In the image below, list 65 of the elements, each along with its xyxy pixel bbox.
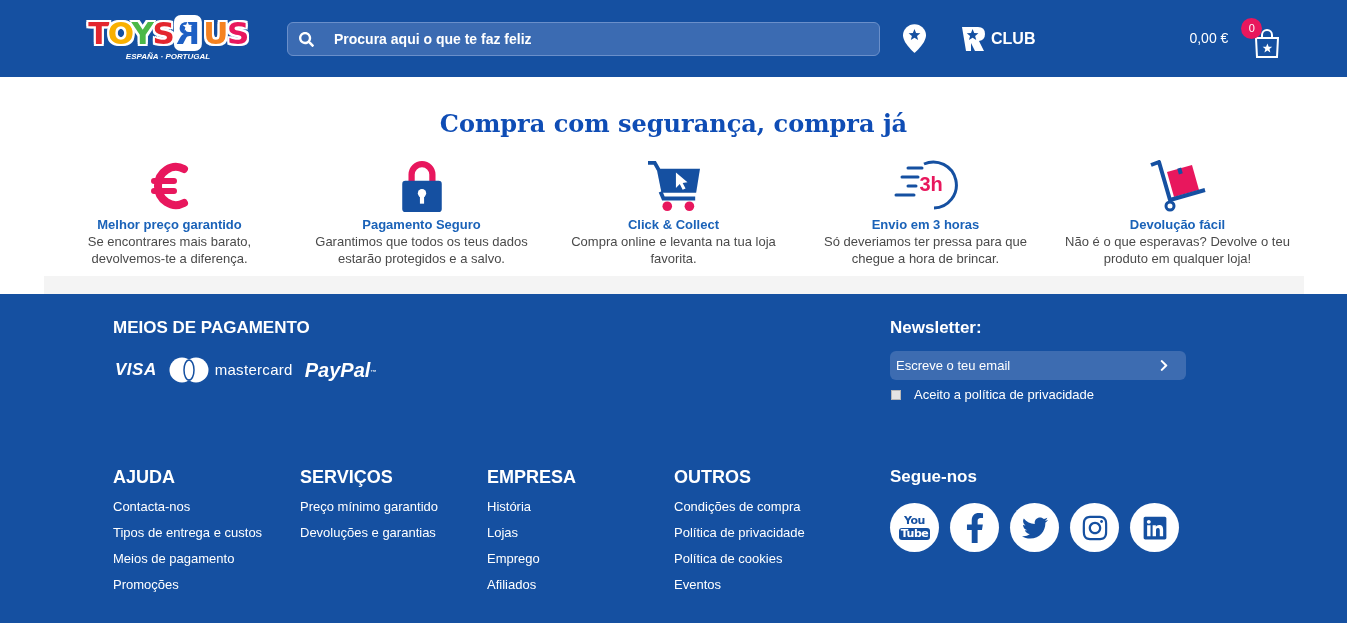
speed-lines-icon bbox=[893, 160, 958, 212]
section-title: Compra com segurança, compra já bbox=[439, 108, 908, 140]
social-link[interactable]: You Tube bbox=[890, 503, 939, 552]
visa-logo: VISA bbox=[115, 359, 157, 382]
mastercard-logo: mastercard bbox=[214, 359, 293, 380]
padlock-icon bbox=[400, 160, 443, 212]
logo-mark[interactable]: R bbox=[174, 15, 203, 51]
delivery-time-label: 3h bbox=[919, 173, 943, 195]
footer-link[interactable]: Política de privacidade bbox=[674, 520, 805, 546]
feature-title: Melhor preço garantido bbox=[97, 216, 242, 233]
linkedin-icon bbox=[1141, 514, 1168, 541]
search-icon[interactable] bbox=[299, 31, 314, 47]
footer-link[interactable]: Devoluções e garantias bbox=[300, 520, 436, 546]
cart-total: 0,00 € bbox=[1189, 29, 1229, 48]
map-pin-icon[interactable] bbox=[903, 24, 926, 53]
footer-link[interactable]: Condições de compra bbox=[674, 494, 801, 520]
email-field[interactable]: Escreve o teu email bbox=[890, 351, 1186, 380]
social-link[interactable] bbox=[1130, 503, 1179, 552]
instagram-icon bbox=[1080, 513, 1109, 542]
feature-description: Garantimos que todos os teus dados estarão protegidos e a salvo. bbox=[315, 233, 528, 267]
social-link[interactable] bbox=[1010, 503, 1059, 552]
footer-column-heading: OUTROS bbox=[674, 466, 752, 489]
social-link[interactable] bbox=[950, 503, 999, 552]
social-heading: Segue-nos bbox=[890, 466, 978, 488]
footer-link[interactable]: Preço mínimo garantido bbox=[300, 494, 438, 520]
footer-link[interactable]: Afiliados bbox=[487, 572, 537, 598]
shopping-bag-icon[interactable] bbox=[1254, 27, 1281, 58]
footer-link[interactable]: Eventos bbox=[674, 572, 721, 598]
privacy-label: Aceito a política de privacidade bbox=[914, 387, 1094, 403]
feature-title: Devolução fácil bbox=[1129, 216, 1226, 233]
feature-title: Click & Collect bbox=[628, 216, 719, 233]
footer-link[interactable]: Promoções bbox=[113, 572, 179, 598]
privacy-checkbox[interactable] bbox=[891, 390, 901, 400]
submit-arrow-icon[interactable] bbox=[1158, 359, 1170, 372]
footer-column-heading: EMPRESA bbox=[487, 466, 577, 489]
payment-heading: MEIOS DE PAGAMENTO bbox=[113, 317, 311, 339]
feature-description: Não é o que esperavas? Devolve o teu produto em qualquer loja! bbox=[1065, 233, 1290, 267]
cart-count-badge: 0 bbox=[1241, 17, 1263, 39]
mastercard-circles-icon bbox=[168, 357, 209, 383]
club-link[interactable]: CLUB bbox=[960, 24, 1036, 53]
footer-column-heading: SERVIÇOS bbox=[300, 466, 394, 489]
paypal-logo: PayPal$^{™}$ bbox=[304, 358, 377, 383]
footer-column-heading: AJUDA bbox=[113, 466, 176, 489]
footer-link[interactable]: Lojas bbox=[487, 520, 519, 546]
footer-link[interactable]: Política de cookies bbox=[674, 546, 783, 572]
footer-link[interactable]: Meios de pagamento bbox=[113, 546, 235, 572]
youtube-wordmark: You Tube bbox=[898, 515, 931, 540]
feature-title: Pagamento Seguro bbox=[362, 216, 481, 233]
feature-description: Compra online e levanta na tua loja favorita. bbox=[571, 233, 776, 267]
logo-tagline: ESPAÑA · PORTUGAL bbox=[125, 52, 211, 62]
r-star-logo-icon bbox=[960, 24, 986, 53]
logo-wordmark[interactable]: TOYS bbox=[88, 15, 174, 51]
euro-icon bbox=[149, 160, 190, 212]
social-link[interactable] bbox=[1070, 503, 1119, 552]
feature-description: Se encontrares mais barato, devolvemos-te a diferença. bbox=[87, 233, 252, 267]
footer-link[interactable]: História bbox=[487, 494, 532, 520]
search-field[interactable]: Procura aqui o que te faz feliz bbox=[287, 21, 880, 56]
feature-description: Só deveriamos ter pressa para que chegue a hora de brincar. bbox=[823, 233, 1028, 267]
footer-link[interactable]: Tipos de entrega e custos bbox=[113, 520, 263, 546]
hand-truck-box-icon bbox=[1148, 160, 1207, 212]
footer-link[interactable]: Contacta-nos bbox=[113, 494, 191, 520]
shopping-cart-icon bbox=[646, 160, 701, 212]
feature-title: Envio em 3 horas bbox=[871, 216, 980, 233]
footer-link[interactable]: Emprego bbox=[487, 546, 540, 572]
newsletter-heading: Newsletter: bbox=[890, 317, 983, 339]
